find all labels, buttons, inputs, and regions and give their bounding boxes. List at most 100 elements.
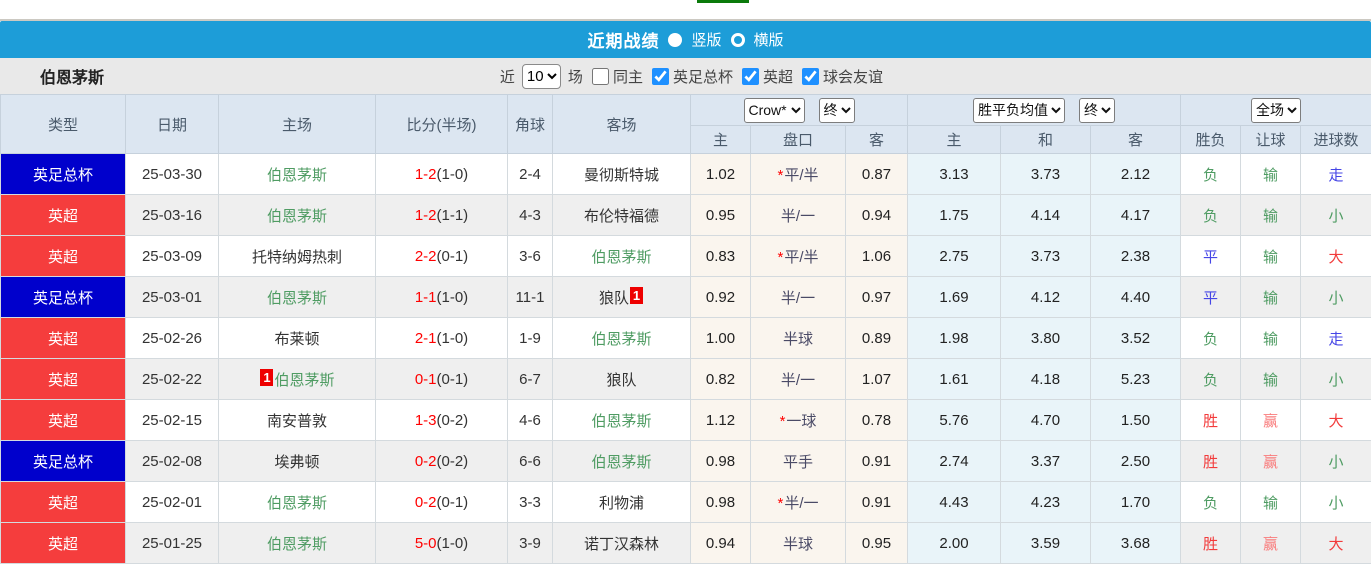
cell-handicap: 半/一 [751, 277, 846, 318]
cell-avg-home: 1.98 [908, 318, 1001, 359]
matches-count-select[interactable]: 10 [522, 64, 561, 89]
cell-odds-home: 0.98 [691, 441, 751, 482]
cell-avg-draw: 4.14 [1001, 195, 1091, 236]
cell-handicap: *平/半 [751, 236, 846, 277]
halftime-score: (0-1) [437, 248, 469, 265]
cell-away-team: 伯恩茅斯 [553, 441, 691, 482]
cell-let-result: 输 [1241, 318, 1301, 359]
cell-let-result: 输 [1241, 236, 1301, 277]
handicap-text: 半/一 [781, 290, 815, 307]
table-row: 英超25-03-16伯恩茅斯1-2(1-1)4-3布伦特福德0.95半/一0.9… [1, 195, 1371, 236]
cell-let-result: 输 [1241, 154, 1301, 195]
panel-header-bar: 近期战绩 竖版 横版 [0, 21, 1371, 58]
home-team-name: 伯恩茅斯 [267, 536, 327, 553]
red-card-badge: 1 [630, 287, 643, 304]
cell-score: 2-2(0-1) [376, 236, 508, 277]
cell-date: 25-02-08 [126, 441, 219, 482]
sub-header-odds-away: 客 [846, 126, 908, 154]
scope-select[interactable]: 全场 [1251, 98, 1301, 123]
halftime-score: (0-1) [437, 494, 469, 511]
away-team-name: 曼彻斯特城 [584, 167, 659, 184]
cell-avg-home: 4.43 [908, 482, 1001, 523]
horizontal-layout-radio[interactable] [731, 33, 745, 47]
cell-goals-result: 走 [1301, 318, 1371, 359]
cell-away-team: 伯恩茅斯 [553, 400, 691, 441]
near-label: 近 [500, 66, 515, 87]
cell-avg-home: 5.76 [908, 400, 1001, 441]
cell-odds-home: 1.00 [691, 318, 751, 359]
handicap-text: 一球 [786, 413, 816, 430]
cell-home-team: 伯恩茅斯 [219, 482, 376, 523]
premier-league-checkbox[interactable] [742, 68, 759, 85]
cell-result: 负 [1181, 318, 1241, 359]
active-tab-underline [697, 0, 749, 3]
cell-avg-away: 2.12 [1091, 154, 1181, 195]
fulltime-score: 2-1 [415, 330, 437, 347]
cell-corners: 3-6 [508, 236, 553, 277]
vertical-layout-radio[interactable] [668, 33, 682, 47]
filter-bar: 伯恩茅斯 近 10 场 同主 英足总杯 英超 球会友谊 [0, 58, 1371, 94]
cell-avg-away: 3.68 [1091, 523, 1181, 564]
col-header-home: 主场 [219, 95, 376, 154]
cell-score: 5-0(1-0) [376, 523, 508, 564]
cell-result: 平 [1181, 236, 1241, 277]
handicap-star: * [777, 249, 783, 266]
cell-league: 英超 [1, 400, 126, 441]
cell-corners: 4-3 [508, 195, 553, 236]
cell-score: 0-2(0-2) [376, 441, 508, 482]
fulltime-score: 5-0 [415, 535, 437, 552]
odds-period-select[interactable]: 终 [819, 98, 855, 123]
cell-avg-home: 2.75 [908, 236, 1001, 277]
away-team-name: 狼队 [599, 290, 629, 307]
cell-handicap: *半/一 [751, 482, 846, 523]
cell-league: 英超 [1, 236, 126, 277]
col-header-corner: 角球 [508, 95, 553, 154]
club-friendly-checkbox[interactable] [802, 68, 819, 85]
same-home-checkbox[interactable] [592, 68, 609, 85]
results-table: 类型 日期 主场 比分(半场) 角球 客场 Crow* 终 胜平负均值 终 [0, 94, 1371, 564]
cell-avg-draw: 4.23 [1001, 482, 1091, 523]
cell-avg-draw: 4.12 [1001, 277, 1091, 318]
cell-league: 英足总杯 [1, 441, 126, 482]
cell-corners: 1-9 [508, 318, 553, 359]
cell-avg-away: 2.50 [1091, 441, 1181, 482]
cell-score: 1-2(1-1) [376, 195, 508, 236]
fulltime-score: 1-2 [415, 207, 437, 224]
handicap-text: 平手 [783, 454, 813, 471]
cell-avg-away: 4.17 [1091, 195, 1181, 236]
cell-odds-away: 1.06 [846, 236, 908, 277]
fulltime-score: 1-3 [415, 412, 437, 429]
sub-header-let: 让球 [1241, 126, 1301, 154]
table-row: 英超25-02-15南安普敦1-3(0-2)4-6伯恩茅斯1.12*一球0.78… [1, 400, 1371, 441]
fa-cup-checkbox[interactable] [652, 68, 669, 85]
handicap-text: 半/一 [781, 208, 815, 225]
cell-odds-home: 0.82 [691, 359, 751, 400]
cell-result: 负 [1181, 154, 1241, 195]
cell-corners: 2-4 [508, 154, 553, 195]
avg-type-select[interactable]: 胜平负均值 [973, 98, 1065, 123]
red-card-badge: 1 [260, 369, 273, 386]
cell-home-team: 伯恩茅斯 [219, 154, 376, 195]
home-team-name: 布莱顿 [274, 331, 319, 348]
avg-period-select[interactable]: 终 [1079, 98, 1115, 123]
halftime-score: (1-0) [437, 166, 469, 183]
home-team-name: 伯恩茅斯 [267, 290, 327, 307]
cell-goals-result: 小 [1301, 441, 1371, 482]
cell-avg-away: 1.70 [1091, 482, 1181, 523]
away-team-name: 诺丁汉森林 [584, 536, 659, 553]
cell-avg-home: 2.74 [908, 441, 1001, 482]
cell-avg-home: 3.13 [908, 154, 1001, 195]
bookmaker-select[interactable]: Crow* [744, 98, 805, 123]
cell-result: 平 [1181, 277, 1241, 318]
cell-avg-away: 4.40 [1091, 277, 1181, 318]
fulltime-score: 1-2 [415, 166, 437, 183]
cell-let-result: 赢 [1241, 441, 1301, 482]
home-team-name: 埃弗顿 [274, 454, 319, 471]
cell-handicap: 半/一 [751, 195, 846, 236]
cell-avg-away: 5.23 [1091, 359, 1181, 400]
sub-header-goals: 进球数 [1301, 126, 1371, 154]
cell-corners: 6-6 [508, 441, 553, 482]
cell-let-result: 输 [1241, 359, 1301, 400]
table-row: 英超25-01-25伯恩茅斯5-0(1-0)3-9诺丁汉森林0.94半球0.95… [1, 523, 1371, 564]
home-team-name: 南安普敦 [267, 413, 327, 430]
